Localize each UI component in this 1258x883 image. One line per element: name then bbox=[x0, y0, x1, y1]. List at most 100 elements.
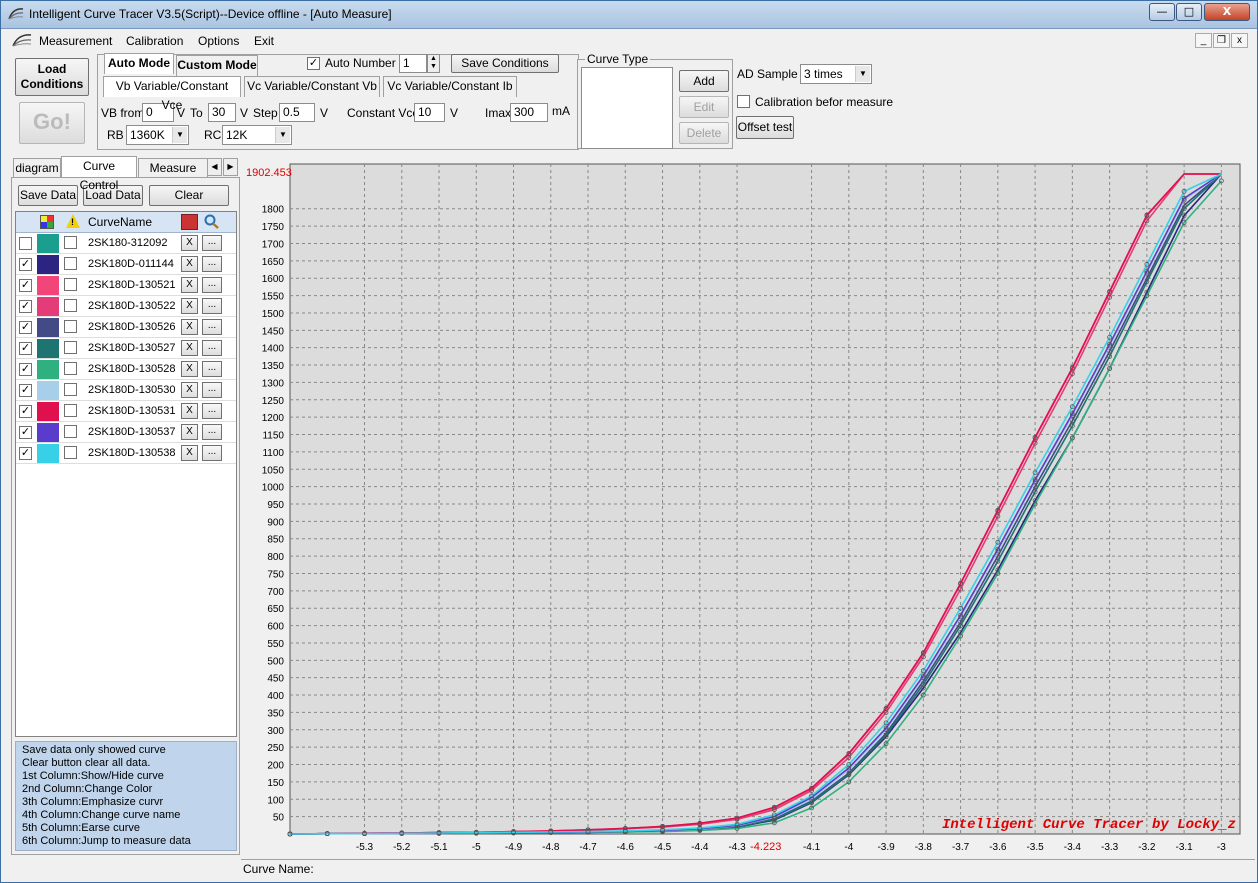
show-curve-checkbox[interactable] bbox=[19, 237, 32, 250]
show-curve-checkbox[interactable]: ✓ bbox=[19, 321, 32, 334]
show-curve-checkbox[interactable]: ✓ bbox=[19, 258, 32, 271]
curve-type-list[interactable] bbox=[581, 67, 673, 149]
table-row[interactable]: ✓ 2SK180D-011144 X... bbox=[16, 254, 236, 275]
curve-color-swatch[interactable] bbox=[37, 318, 59, 337]
vb-step-input[interactable]: 0.5 bbox=[279, 103, 315, 122]
table-row[interactable]: ✓ 2SK180D-130521 X... bbox=[16, 275, 236, 296]
curve-color-swatch[interactable] bbox=[37, 255, 59, 274]
emphasize-checkbox[interactable] bbox=[64, 425, 77, 438]
curve-name[interactable]: 2SK180D-130528 bbox=[88, 359, 175, 380]
show-curve-checkbox[interactable]: ✓ bbox=[19, 363, 32, 376]
tab-scroll-right-icon[interactable]: ▶ bbox=[223, 158, 238, 176]
emphasize-checkbox[interactable] bbox=[64, 383, 77, 396]
emphasize-checkbox[interactable] bbox=[64, 446, 77, 459]
jump-to-data-button[interactable]: ... bbox=[202, 445, 222, 461]
erase-curve-button[interactable]: X bbox=[181, 319, 198, 335]
table-row[interactable]: ✓ 2SK180D-130528 X... bbox=[16, 359, 236, 380]
curve-name[interactable]: 2SK180D-130522 bbox=[88, 296, 175, 317]
plot-area[interactable] bbox=[289, 163, 1241, 835]
edit-button[interactable]: Edit bbox=[679, 96, 729, 118]
add-button[interactable]: Add bbox=[679, 70, 729, 92]
show-curve-checkbox[interactable]: ✓ bbox=[19, 405, 32, 418]
menu-measurement[interactable]: Measurement bbox=[39, 34, 112, 48]
tab-vc-variable-constant-ib[interactable]: Vc Variable/Constant Ib bbox=[383, 76, 517, 97]
save-conditions-button[interactable]: Save Conditions bbox=[451, 54, 559, 73]
curve-color-swatch[interactable] bbox=[37, 234, 59, 253]
curve-name[interactable]: 2SK180D-130537 bbox=[88, 422, 175, 443]
curve-color-swatch[interactable] bbox=[37, 381, 59, 400]
tab-custom-mode[interactable]: Custom Mode bbox=[176, 55, 258, 76]
show-curve-checkbox[interactable]: ✓ bbox=[19, 384, 32, 397]
maximize-button[interactable]: □ bbox=[1176, 3, 1202, 21]
emphasize-checkbox[interactable] bbox=[64, 362, 77, 375]
jump-to-data-button[interactable]: ... bbox=[202, 277, 222, 293]
app-menu-icon[interactable] bbox=[11, 32, 33, 48]
title-bar[interactable]: Intelligent Curve Tracer V3.5(Script)--D… bbox=[1, 1, 1257, 29]
curve-name[interactable]: 2SK180D-130530 bbox=[88, 380, 175, 401]
table-row[interactable]: 2SK180-312092 X... bbox=[16, 233, 236, 254]
offset-test-button[interactable]: Offset test bbox=[736, 116, 794, 139]
go-button[interactable]: Go! bbox=[19, 102, 85, 144]
show-curve-checkbox[interactable]: ✓ bbox=[19, 342, 32, 355]
curve-name[interactable]: 2SK180D-130527 bbox=[88, 338, 175, 359]
mdi-restore-button[interactable]: ❐ bbox=[1213, 33, 1230, 48]
auto-number-input[interactable]: 1 bbox=[399, 54, 427, 73]
jump-to-data-button[interactable]: ... bbox=[202, 361, 222, 377]
calibration-checkbox[interactable] bbox=[737, 95, 750, 108]
delete-button[interactable]: Delete bbox=[679, 122, 729, 144]
erase-curve-button[interactable]: X bbox=[181, 340, 198, 356]
jump-to-data-button[interactable]: ... bbox=[202, 382, 222, 398]
curve-name[interactable]: 2SK180D-011144 bbox=[88, 254, 174, 275]
erase-curve-button[interactable]: X bbox=[181, 298, 198, 314]
imax-input[interactable]: 300 bbox=[510, 103, 548, 122]
curve-chart[interactable]: 50 100 150 200 250 300 350 400 450 500 550 600 650 70… bbox=[244, 162, 1252, 856]
mdi-close-button[interactable]: x bbox=[1231, 33, 1248, 48]
erase-curve-button[interactable]: X bbox=[181, 235, 198, 251]
vb-to-input[interactable]: 30 bbox=[208, 103, 236, 122]
ad-sample-select[interactable]: 3 times ▼ bbox=[800, 64, 872, 84]
jump-to-data-button[interactable]: ... bbox=[202, 424, 222, 440]
auto-number-spinner[interactable]: ▲ ▼ bbox=[427, 54, 440, 73]
menu-calibration[interactable]: Calibration bbox=[126, 34, 183, 48]
curve-color-swatch[interactable] bbox=[37, 360, 59, 379]
tab-diagram[interactable]: diagram bbox=[13, 158, 61, 179]
jump-to-data-button[interactable]: ... bbox=[202, 298, 222, 314]
table-row[interactable]: ✓ 2SK180D-130531 X... bbox=[16, 401, 236, 422]
curve-color-swatch[interactable] bbox=[37, 402, 59, 421]
curve-name[interactable]: 2SK180D-130521 bbox=[88, 275, 175, 296]
mdi-minimize-button[interactable]: _ bbox=[1195, 33, 1212, 48]
table-row[interactable]: ✓ 2SK180D-130526 X... bbox=[16, 317, 236, 338]
tab-measure-data[interactable]: Measure Data bbox=[138, 158, 208, 179]
load-conditions-button[interactable]: Load Conditions bbox=[15, 58, 89, 96]
constant-vce-input[interactable]: 10 bbox=[414, 103, 445, 122]
jump-to-data-button[interactable]: ... bbox=[202, 235, 222, 251]
curve-name[interactable]: 2SK180D-130531 bbox=[88, 401, 175, 422]
curve-name[interactable]: 2SK180D-130526 bbox=[88, 317, 175, 338]
auto-number-checkbox[interactable]: ✓ bbox=[307, 57, 320, 70]
curve-name[interactable]: 2SK180-312092 bbox=[88, 233, 168, 254]
minimize-button[interactable]: — bbox=[1149, 3, 1175, 21]
jump-to-data-button[interactable]: ... bbox=[202, 403, 222, 419]
erase-curve-button[interactable]: X bbox=[181, 277, 198, 293]
jump-to-data-button[interactable]: ... bbox=[202, 340, 222, 356]
save-data-button[interactable]: Save Data bbox=[18, 185, 78, 206]
menu-exit[interactable]: Exit bbox=[254, 34, 274, 48]
tab-scroll-left-icon[interactable]: ◀ bbox=[207, 158, 222, 176]
tab-vc-variable-constant-vb[interactable]: Vc Variable/Constant Vb bbox=[244, 76, 380, 97]
erase-curve-button[interactable]: X bbox=[181, 382, 198, 398]
curve-color-swatch[interactable] bbox=[37, 297, 59, 316]
show-curve-checkbox[interactable]: ✓ bbox=[19, 300, 32, 313]
emphasize-checkbox[interactable] bbox=[64, 404, 77, 417]
table-row[interactable]: ✓ 2SK180D-130530 X... bbox=[16, 380, 236, 401]
jump-to-data-button[interactable]: ... bbox=[202, 319, 222, 335]
jump-to-data-button[interactable]: ... bbox=[202, 256, 222, 272]
emphasize-checkbox[interactable] bbox=[64, 257, 77, 270]
table-row[interactable]: ✓ 2SK180D-130522 X... bbox=[16, 296, 236, 317]
rc-select[interactable]: 12K ▼ bbox=[222, 125, 292, 145]
emphasize-checkbox[interactable] bbox=[64, 341, 77, 354]
emphasize-checkbox[interactable] bbox=[64, 278, 77, 291]
erase-curve-button[interactable]: X bbox=[181, 445, 198, 461]
table-row[interactable]: ✓ 2SK180D-130538 X... bbox=[16, 443, 236, 464]
curve-color-swatch[interactable] bbox=[37, 423, 59, 442]
tab-vb-variable[interactable]: Vb Variable/Constant Vce bbox=[103, 76, 241, 112]
